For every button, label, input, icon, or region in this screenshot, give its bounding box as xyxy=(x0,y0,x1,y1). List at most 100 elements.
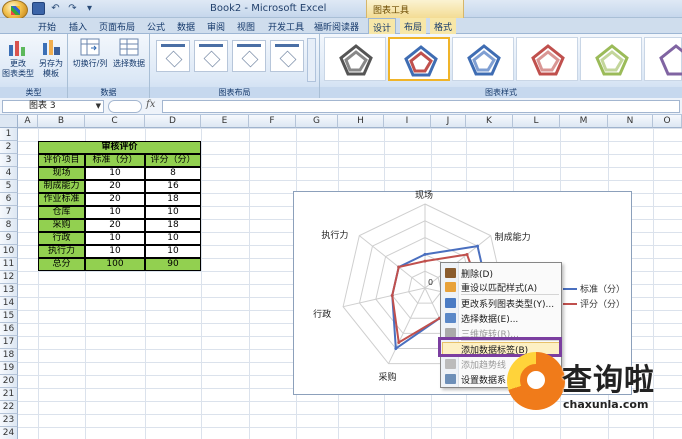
chart-layout-thumb-3[interactable] xyxy=(232,40,266,72)
chart-style-thumb-3[interactable] xyxy=(452,37,514,81)
office-button[interactable] xyxy=(2,0,28,20)
tab-developer[interactable]: 开发工具 xyxy=(268,20,304,33)
table-cell[interactable]: 90 xyxy=(145,258,201,271)
table-title-cell[interactable]: 审核评价 xyxy=(38,141,201,154)
table-header-cell[interactable]: 标准（分） xyxy=(85,154,145,167)
tab-review[interactable]: 审阅 xyxy=(207,20,225,33)
redo-icon[interactable]: ↷ xyxy=(66,2,79,15)
table-cell[interactable]: 20 xyxy=(85,193,145,206)
table-cell[interactable]: 18 xyxy=(145,219,201,232)
undo-icon[interactable]: ↶ xyxy=(49,2,62,15)
table-cell[interactable]: 10 xyxy=(145,206,201,219)
row-header-11[interactable]: 11 xyxy=(0,258,18,271)
table-cell[interactable]: 10 xyxy=(85,167,145,180)
chart-layout-thumb-1[interactable] xyxy=(156,40,190,72)
table-cell[interactable]: 10 xyxy=(145,245,201,258)
row-header-14[interactable]: 14 xyxy=(0,297,18,310)
row-header-22[interactable]: 22 xyxy=(0,401,18,414)
column-header-J[interactable]: J xyxy=(431,115,466,128)
tab-home[interactable]: 开始 xyxy=(38,20,56,33)
table-cell[interactable]: 100 xyxy=(85,258,145,271)
tab-format[interactable]: 格式 xyxy=(430,18,457,34)
table-cell[interactable]: 8 xyxy=(145,167,201,180)
table-cell[interactable]: 10 xyxy=(85,245,145,258)
column-header-C[interactable]: C xyxy=(85,115,145,128)
table-cell[interactable]: 采购 xyxy=(38,219,85,232)
tab-formulas[interactable]: 公式 xyxy=(147,20,165,33)
chart-layout-gallery-scroll[interactable] xyxy=(307,38,316,82)
column-header-G[interactable]: G xyxy=(296,115,338,128)
table-cell[interactable]: 10 xyxy=(85,206,145,219)
row-header-5[interactable]: 5 xyxy=(0,180,18,193)
select-data-button[interactable]: 选择数据 xyxy=(110,37,148,69)
table-cell[interactable]: 现场 xyxy=(38,167,85,180)
tab-layout[interactable]: 布局 xyxy=(400,18,427,34)
menu-item-1[interactable]: 重设以匹配样式(A) xyxy=(461,281,537,294)
column-header-E[interactable]: E xyxy=(201,115,249,128)
table-header-cell[interactable]: 评分（分） xyxy=(145,154,201,167)
table-cell[interactable]: 总分 xyxy=(38,258,85,271)
tab-page-layout[interactable]: 页面布局 xyxy=(99,20,135,33)
row-header-6[interactable]: 6 xyxy=(0,193,18,206)
row-header-7[interactable]: 7 xyxy=(0,206,18,219)
column-header-L[interactable]: L xyxy=(513,115,560,128)
column-header-H[interactable]: H xyxy=(338,115,384,128)
chart-style-thumb-1[interactable] xyxy=(324,37,386,81)
table-cell[interactable]: 16 xyxy=(145,180,201,193)
row-header-24[interactable]: 24 xyxy=(0,427,18,439)
menu-item-0[interactable]: 删除(D) xyxy=(461,267,493,280)
tab-data[interactable]: 数据 xyxy=(177,20,195,33)
name-box[interactable]: 图表 3 ▼ xyxy=(2,100,104,113)
column-header-K[interactable]: K xyxy=(466,115,513,128)
row-header-2[interactable]: 2 xyxy=(0,141,18,154)
row-header-15[interactable]: 15 xyxy=(0,310,18,323)
table-cell[interactable]: 20 xyxy=(85,219,145,232)
table-cell[interactable]: 执行力 xyxy=(38,245,85,258)
row-header-13[interactable]: 13 xyxy=(0,284,18,297)
chart-style-thumb-2[interactable] xyxy=(388,37,450,81)
table-cell[interactable]: 制成能力 xyxy=(38,180,85,193)
chart-style-thumb-4[interactable] xyxy=(516,37,578,81)
table-cell[interactable]: 行政 xyxy=(38,232,85,245)
row-header-1[interactable]: 1 xyxy=(0,128,18,141)
name-box-dropdown-icon[interactable]: ▼ xyxy=(96,101,101,112)
table-cell[interactable]: 10 xyxy=(145,232,201,245)
row-header-16[interactable]: 16 xyxy=(0,323,18,336)
row-header-17[interactable]: 17 xyxy=(0,336,18,349)
formula-cancel-enter[interactable] xyxy=(108,100,142,113)
table-cell[interactable]: 作业标准 xyxy=(38,193,85,206)
table-cell[interactable]: 10 xyxy=(85,232,145,245)
save-as-template-button[interactable]: 另存为 模板 xyxy=(36,37,66,79)
tab-view[interactable]: 视图 xyxy=(237,20,255,33)
chart-style-thumb-6[interactable] xyxy=(644,37,682,81)
tab-foxit-reader[interactable]: 福昕阅读器 xyxy=(314,20,359,33)
row-header-9[interactable]: 9 xyxy=(0,232,18,245)
tab-insert[interactable]: 插入 xyxy=(69,20,87,33)
row-header-12[interactable]: 12 xyxy=(0,271,18,284)
select-all-corner[interactable] xyxy=(0,115,18,128)
chart-layout-thumb-4[interactable] xyxy=(270,40,304,72)
row-header-10[interactable]: 10 xyxy=(0,245,18,258)
formula-input[interactable] xyxy=(162,100,680,113)
switch-row-column-button[interactable]: 切换行/列 xyxy=(70,37,110,69)
row-header-23[interactable]: 23 xyxy=(0,414,18,427)
chart-style-thumb-5[interactable] xyxy=(580,37,642,81)
tab-design[interactable]: 设计 xyxy=(368,18,397,34)
column-header-D[interactable]: D xyxy=(145,115,201,128)
chart-layout-thumb-2[interactable] xyxy=(194,40,228,72)
row-header-18[interactable]: 18 xyxy=(0,349,18,362)
column-header-I[interactable]: I xyxy=(384,115,431,128)
table-cell[interactable]: 仓库 xyxy=(38,206,85,219)
column-header-M[interactable]: M xyxy=(560,115,608,128)
table-header-cell[interactable]: 评价项目 xyxy=(38,154,85,167)
menu-item-7[interactable]: 设置数据系 xyxy=(461,373,506,386)
table-cell[interactable]: 20 xyxy=(85,180,145,193)
table-cell[interactable]: 18 xyxy=(145,193,201,206)
column-header-F[interactable]: F xyxy=(249,115,296,128)
row-header-20[interactable]: 20 xyxy=(0,375,18,388)
row-header-19[interactable]: 19 xyxy=(0,362,18,375)
column-header-B[interactable]: B xyxy=(38,115,85,128)
column-header-O[interactable]: O xyxy=(653,115,682,128)
row-header-8[interactable]: 8 xyxy=(0,219,18,232)
row-header-21[interactable]: 21 xyxy=(0,388,18,401)
